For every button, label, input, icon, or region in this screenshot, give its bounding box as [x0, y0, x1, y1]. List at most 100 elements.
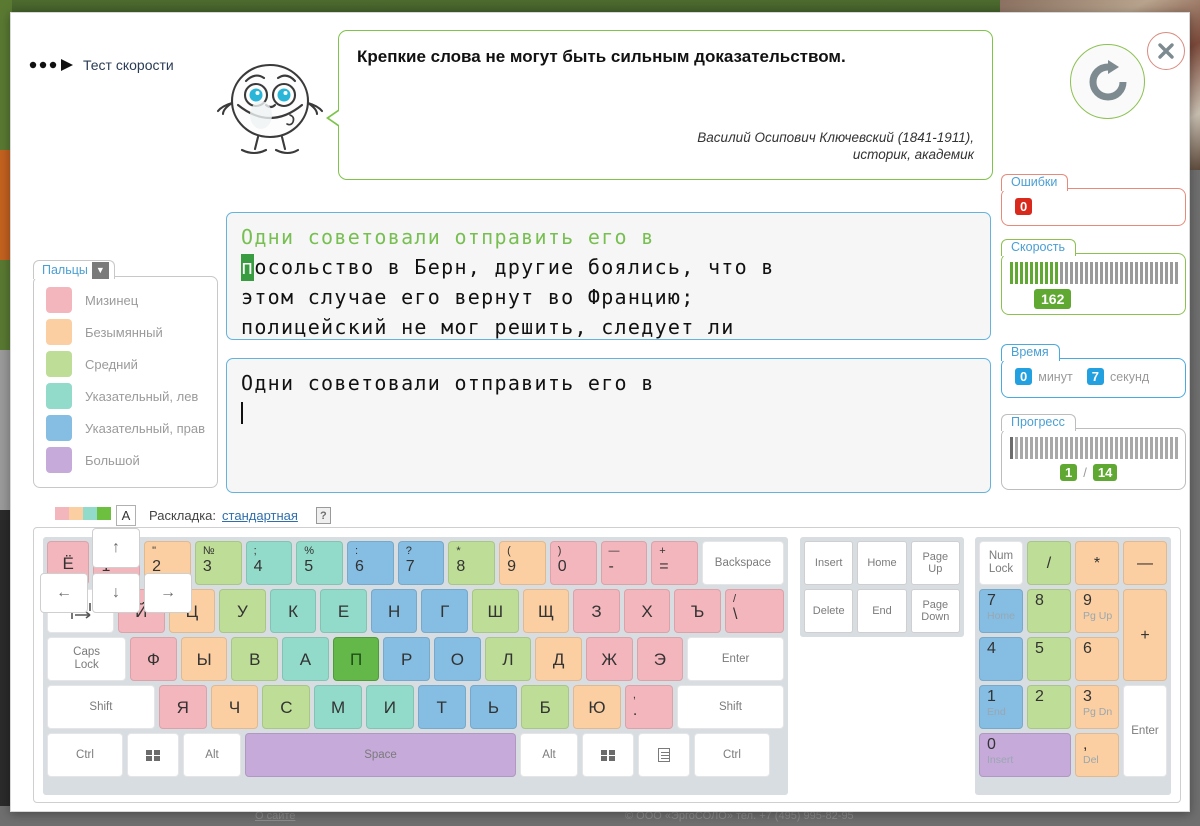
- key-р[interactable]: Р: [383, 637, 431, 681]
- key-ь[interactable]: Ь: [469, 685, 518, 729]
- meter-bar: [1060, 437, 1063, 459]
- key-enter[interactable]: Enter: [687, 637, 785, 681]
- key-ъ[interactable]: Ъ: [674, 589, 721, 633]
- key-б[interactable]: Б: [521, 685, 570, 729]
- numpad-key-*[interactable]: *: [1075, 541, 1119, 585]
- key-alt[interactable]: Alt: [183, 733, 241, 777]
- key-arrow-down[interactable]: ↓: [92, 573, 140, 613]
- key-delete[interactable]: Delete: [804, 589, 854, 633]
- key-т[interactable]: Т: [417, 685, 466, 729]
- key-м[interactable]: М: [314, 685, 362, 729]
- key-(9[interactable]: (9: [499, 541, 546, 585]
- key-win-icon[interactable]: [127, 733, 179, 777]
- restart-button[interactable]: [1070, 44, 1145, 119]
- finger-color-swatch: [46, 287, 72, 313]
- typing-input[interactable]: Одни советовали отправить его в: [226, 358, 991, 493]
- meter-bar: [1145, 262, 1148, 284]
- key-п[interactable]: П: [332, 637, 380, 681]
- key-я[interactable]: Я: [158, 685, 207, 729]
- key-alt[interactable]: Alt: [520, 733, 578, 777]
- numpad-key-enter[interactable]: Enter: [1123, 685, 1167, 777]
- key-arrow-up[interactable]: ↑: [92, 528, 140, 568]
- key-с[interactable]: С: [262, 685, 311, 729]
- key-з[interactable]: З: [573, 589, 620, 633]
- key-top-label: (: [507, 545, 511, 557]
- key-и[interactable]: И: [366, 685, 414, 729]
- key-space[interactable]: Space: [245, 733, 516, 777]
- key-ф[interactable]: Ф: [130, 637, 177, 681]
- input-value: Одни советовали отправить его в: [241, 371, 655, 395]
- numpad-key-9[interactable]: 9 Pg Up: [1075, 589, 1119, 633]
- meter-bar: [1080, 437, 1083, 459]
- key-у[interactable]: У: [219, 589, 266, 633]
- close-button[interactable]: [1147, 32, 1185, 70]
- key-insert[interactable]: Insert: [804, 541, 854, 585]
- key-ctrl[interactable]: Ctrl: [47, 733, 123, 777]
- key-backspace[interactable]: Backspace: [701, 541, 784, 585]
- key-shift[interactable]: Shift: [677, 685, 784, 729]
- key-arrow-right[interactable]: →: [144, 573, 192, 613]
- key-э[interactable]: Э: [636, 637, 684, 681]
- language-indicator[interactable]: A: [116, 505, 136, 526]
- key-г[interactable]: Г: [421, 589, 469, 633]
- key-;4[interactable]: ; 4: [245, 541, 293, 585]
- fingers-legend-tab[interactable]: Пальцы ▼: [33, 260, 115, 279]
- numpad-key-0[interactable]: 0 Insert: [979, 733, 1071, 777]
- key-щ[interactable]: Щ: [522, 589, 570, 633]
- key-/\[interactable]: / \: [724, 589, 785, 633]
- key-page-up[interactable]: Page Up: [910, 541, 960, 585]
- key-а[interactable]: А: [282, 637, 329, 681]
- key-ж[interactable]: Ж: [585, 637, 633, 681]
- key-+=[interactable]: + =: [651, 541, 698, 585]
- numpad-key-8[interactable]: 8: [1027, 589, 1071, 633]
- key-—-[interactable]: — -: [600, 541, 648, 585]
- key-в[interactable]: В: [231, 637, 279, 681]
- key-к[interactable]: К: [269, 589, 317, 633]
- key-ы[interactable]: Ы: [180, 637, 228, 681]
- key-%5[interactable]: % 5: [296, 541, 343, 585]
- key-)0[interactable]: ) 0: [549, 541, 597, 585]
- numpad-key-num-lock[interactable]: Num Lock: [979, 541, 1023, 585]
- key-*8[interactable]: * 8: [448, 541, 496, 585]
- key-о[interactable]: О: [434, 637, 481, 681]
- layout-color-swatches: [55, 506, 111, 525]
- key-menu-icon[interactable]: [638, 733, 690, 777]
- key-ctrl[interactable]: Ctrl: [694, 733, 770, 777]
- key-ч[interactable]: Ч: [210, 685, 259, 729]
- numpad-key-6[interactable]: 6: [1075, 637, 1119, 681]
- question-icon[interactable]: ?: [315, 507, 331, 524]
- key-:6[interactable]: :6: [346, 541, 394, 585]
- key-№3[interactable]: № 3: [194, 541, 242, 585]
- key-arrow-left[interactable]: ←: [40, 573, 88, 613]
- numpad-key-5[interactable]: 5: [1027, 637, 1071, 681]
- numpad-key-—[interactable]: —: [1123, 541, 1167, 585]
- numpad-key-/[interactable]: /: [1027, 541, 1071, 585]
- key-ю[interactable]: Ю: [573, 685, 621, 729]
- key-end[interactable]: End: [857, 589, 907, 633]
- key-page-down[interactable]: Page Down: [910, 589, 960, 633]
- numpad-key-4[interactable]: 4: [979, 637, 1023, 681]
- numpad-key-2[interactable]: 2: [1027, 685, 1071, 729]
- finger-label: Указательный, лев: [85, 388, 199, 404]
- key-win-icon[interactable]: [582, 733, 634, 777]
- chevron-down-icon[interactable]: ▼: [91, 261, 109, 279]
- numpad-key-+[interactable]: +: [1123, 589, 1167, 681]
- key-home[interactable]: Home: [857, 541, 907, 585]
- key-х[interactable]: Х: [623, 589, 671, 633]
- key-д[interactable]: Д: [535, 637, 582, 681]
- key-label: Ж: [601, 649, 618, 669]
- key-ш[interactable]: Ш: [472, 589, 519, 633]
- key-л[interactable]: Л: [484, 637, 532, 681]
- key-shift[interactable]: Shift: [47, 685, 155, 729]
- key-,.[interactable]: ,.: [624, 685, 674, 729]
- numpad-key-3[interactable]: 3 Pg Dn: [1075, 685, 1119, 729]
- key-е[interactable]: Е: [320, 589, 367, 633]
- numpad-key-1[interactable]: 1 End: [979, 685, 1023, 729]
- numpad-key-,[interactable]: , Del: [1075, 733, 1119, 777]
- key-bottom-label: 0: [557, 558, 567, 575]
- key-н[interactable]: Н: [370, 589, 418, 633]
- key-?7[interactable]: ? 7: [397, 541, 445, 585]
- key-caps-lock[interactable]: Caps Lock: [47, 637, 127, 681]
- layout-value-link[interactable]: стандартная: [222, 508, 298, 523]
- numpad-key-7[interactable]: 7 Home: [979, 589, 1023, 633]
